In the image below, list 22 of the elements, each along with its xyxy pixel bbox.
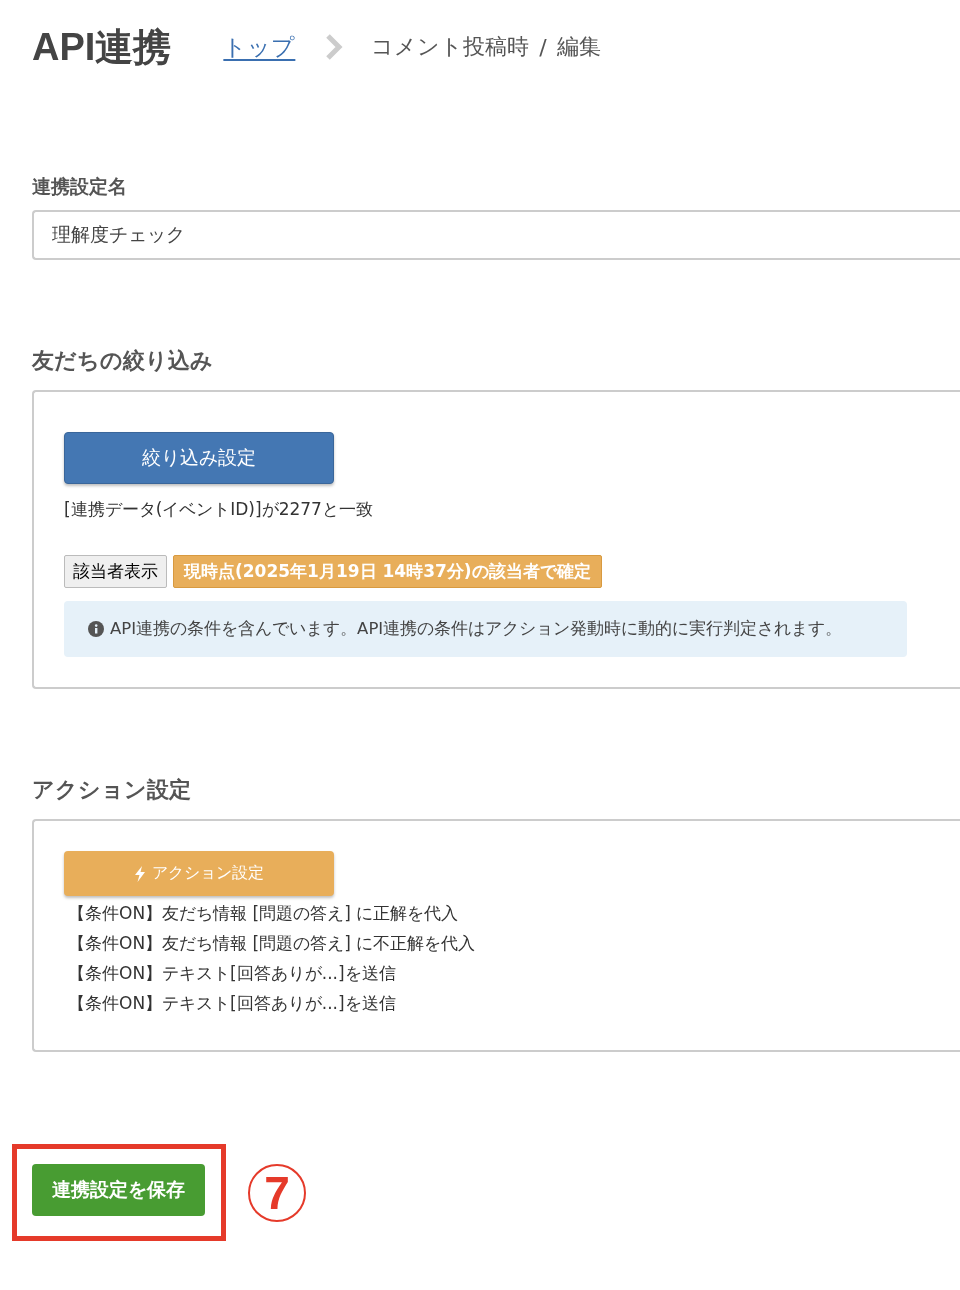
section-heading: 友だちの絞り込み — [32, 347, 214, 375]
confirmed-tag: 現時点(2025年1月19日 14時37分)の該当者で確定 — [173, 555, 602, 588]
page-title: API連携 — [32, 24, 172, 70]
notice-text: API連携の条件を含んでいます。API連携の条件はアクション発動時に動的に実行判定されます。 — [110, 618, 843, 640]
lightning-icon — [134, 865, 146, 882]
show-matches-button[interactable]: 該当者表示 — [64, 555, 167, 588]
action-item: 【条件ON】テキスト[回答ありが...]を送信 — [68, 992, 397, 1015]
name-input-field[interactable]: 理解度チェック — [32, 210, 960, 260]
section-heading: アクション設定 — [32, 776, 192, 804]
save-button[interactable]: 連携設定を保存 — [32, 1164, 205, 1216]
breadcrumb-link[interactable]: トップ — [223, 31, 296, 63]
step-marker: 7 — [248, 1163, 306, 1222]
info-icon — [88, 621, 104, 637]
breadcrumb-text: 編集 — [556, 33, 601, 61]
action-item: 【条件ON】友だち情報 [問題の答え] に不正解を代入 — [68, 932, 477, 955]
field-label: 連携設定名 — [32, 174, 128, 199]
action-item: 【条件ON】テキスト[回答ありが...]を送信 — [68, 962, 397, 985]
filter-settings-button[interactable]: 絞り込み設定 — [64, 432, 334, 484]
action-item: 【条件ON】友だち情報 [問題の答え] に正解を代入 — [68, 902, 460, 925]
breadcrumb-text: コメント投稿時 — [371, 33, 530, 61]
breadcrumb-separator: / — [539, 34, 547, 60]
filter-condition: [連携データ(イベントID)]が2277と一致 — [64, 498, 374, 521]
